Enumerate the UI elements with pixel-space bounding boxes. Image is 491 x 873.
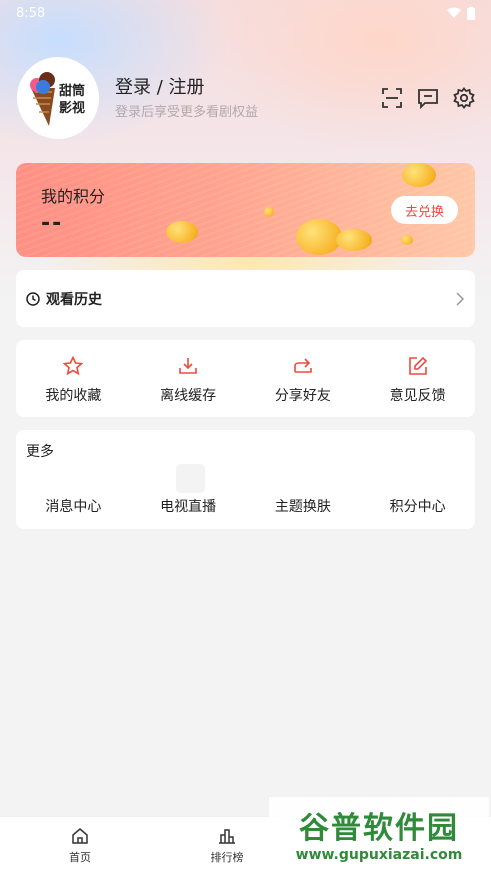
watermark-title: 谷普软件园 [299,811,459,846]
edit-icon [408,356,427,375]
home-icon [72,828,88,844]
tab-label: 排行榜 [210,851,244,864]
tab-home[interactable]: 首页 [31,817,129,873]
login-title[interactable]: 登录 / 注册 [115,73,205,99]
chevron-right-icon [456,291,465,306]
icon-placeholder [176,464,205,493]
points-value: -- [41,211,64,236]
svg-text:甜筒: 甜筒 [59,83,85,99]
watermark-logo: 谷普软件园 www.gupuxiazai.com [269,797,489,869]
more-title: 更多 [26,444,54,460]
quick-action-label: 意见反馈 [389,388,446,404]
quick-action-label: 离线缓存 [160,388,217,404]
battery-icon [467,6,475,20]
settings-button[interactable] [452,86,476,110]
tab-ranking[interactable]: 排行榜 [178,817,276,873]
quick-actions-card: 我的收藏 离线缓存 分享好友 意见反馈 [16,340,475,417]
wifi-icon [447,7,461,18]
quick-action-label: 我的收藏 [45,388,102,404]
coin-decoration [296,219,342,255]
tab-label: 首页 [69,851,91,864]
more-item-tv-live[interactable]: 电视直播 [131,496,246,516]
message-button[interactable] [416,86,440,110]
watch-history-row[interactable]: 观看历史 [16,270,475,327]
status-icons [447,6,475,20]
watermark-url: www.gupuxiazai.com [295,847,463,863]
coin-decoration [336,229,372,251]
clock-icon [26,291,40,306]
star-icon [63,356,84,376]
points-card[interactable]: 我的积分 -- 去兑换 [16,163,475,257]
quick-action-share[interactable]: 分享好友 [246,340,361,417]
coin-decoration [401,235,413,245]
scan-icon [382,88,402,108]
redeem-button[interactable]: 去兑换 [391,196,458,224]
quick-action-label: 分享好友 [274,388,331,404]
quick-action-offline-cache[interactable]: 离线缓存 [131,340,246,417]
coin-decoration [264,207,274,217]
quick-action-favorites[interactable]: 我的收藏 [16,340,131,417]
header-actions [380,86,476,110]
more-item-theme[interactable]: 主题换肤 [246,496,361,516]
status-bar: 8:58 [0,0,491,26]
message-icon [418,89,438,109]
coin-decoration [402,163,436,187]
more-item-points-center[interactable]: 积分中心 [360,496,475,516]
quick-action-feedback[interactable]: 意见反馈 [360,340,475,417]
app-logo: 甜筒 影视 [30,72,85,126]
more-item-message-center[interactable]: 消息中心 [16,496,131,516]
share-icon [294,358,312,373]
download-icon [179,358,197,374]
points-title: 我的积分 [41,187,106,206]
more-card: 更多 消息中心 电视直播 主题换肤 积分中心 [16,430,475,529]
svg-text:影视: 影视 [59,100,85,116]
coin-decoration [166,221,198,243]
status-time: 8:58 [16,5,46,21]
gear-icon [453,87,475,109]
ranking-icon [219,829,235,844]
more-items: 消息中心 电视直播 主题换肤 积分中心 [16,496,475,516]
scan-button[interactable] [380,86,404,110]
login-subtitle: 登录后享受更多看剧权益 [115,105,259,120]
watch-history-label: 观看历史 [46,291,102,308]
avatar[interactable]: 甜筒 影视 [17,57,99,139]
